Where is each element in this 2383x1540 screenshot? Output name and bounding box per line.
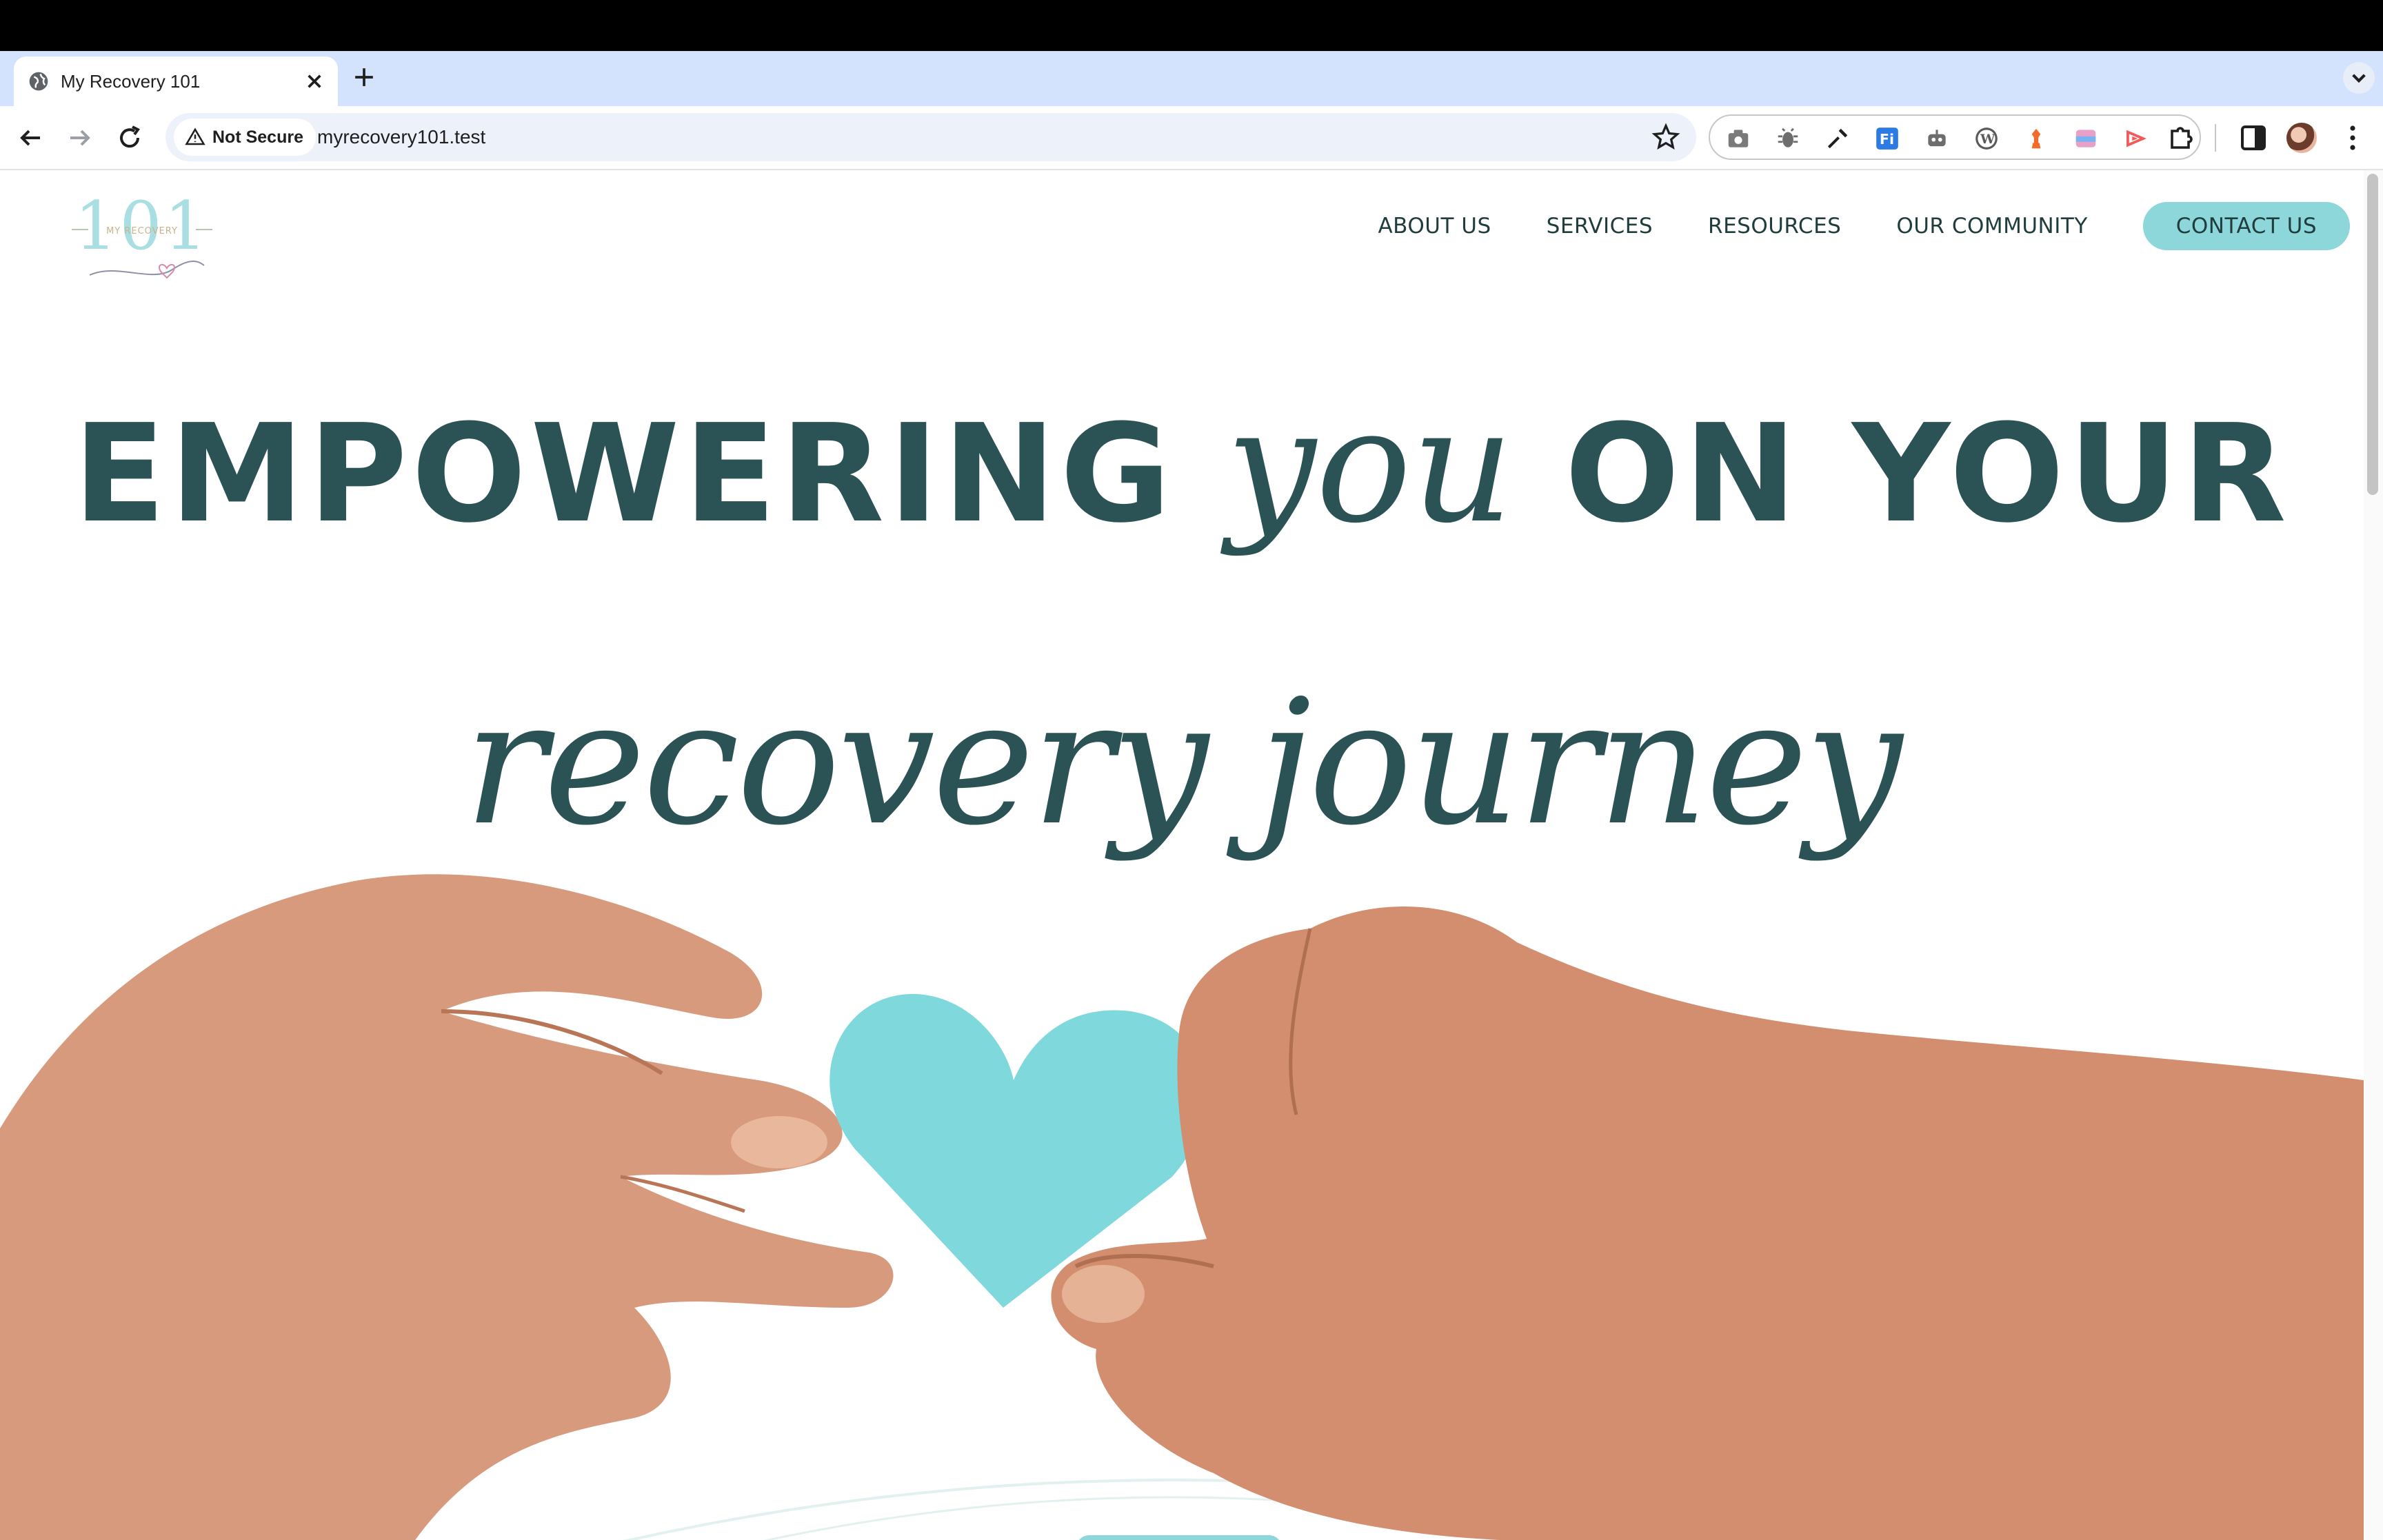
page-viewport: 101 MY RECOVERY ABOUT US SERVICES RESOUR…	[0, 170, 2364, 1540]
reload-icon[interactable]	[113, 121, 146, 154]
nav-about-us[interactable]: ABOUT US	[1378, 202, 1491, 250]
video-extension-icon[interactable]	[2122, 125, 2149, 152]
hero-cta-button[interactable]	[1076, 1535, 1283, 1540]
warning-icon	[185, 128, 205, 145]
scrollbar-thumb[interactable]	[2367, 174, 2378, 495]
browser-toolbar: Not Secure myrecovery101.test Fi W	[0, 106, 2383, 170]
bookmark-star-icon[interactable]	[1651, 122, 1681, 152]
globe-icon	[29, 72, 48, 91]
eyedropper-extension-icon[interactable]	[1824, 125, 1851, 152]
nav-resources[interactable]: RESOURCES	[1708, 202, 1841, 250]
back-arrow-icon[interactable]	[14, 121, 47, 154]
site-navigation: ABOUT US SERVICES RESOURCES OUR COMMUNIT…	[1323, 202, 2350, 250]
fi-extension-icon[interactable]: Fi	[1874, 125, 1900, 152]
url-text[interactable]: myrecovery101.test	[317, 125, 485, 149]
chevron-down-icon[interactable]	[2342, 61, 2376, 95]
hero-heading-line2: recovery journey	[463, 662, 1902, 863]
site-logo[interactable]: 101 MY RECOVERY	[69, 194, 215, 296]
palette-extension-icon[interactable]	[2073, 125, 2099, 152]
browser-tab-active[interactable]: My Recovery 101	[14, 57, 338, 106]
svg-text:W: W	[1980, 132, 1995, 147]
hero-heading-line1: EMPOWERING you ON YOUR	[0, 377, 2364, 564]
toolbar-separator	[2215, 124, 2216, 152]
extensions-group: Fi W	[1709, 114, 2201, 160]
forward-arrow-icon[interactable]	[63, 121, 97, 154]
robot-extension-icon[interactable]	[1924, 125, 1950, 152]
hero-word-on-your: ON YOUR	[1565, 396, 2291, 553]
camera-extension-icon[interactable]	[1725, 125, 1751, 152]
wordpress-extension-icon[interactable]: W	[1973, 125, 2000, 152]
address-bar[interactable]: Not Secure myrecovery101.test	[165, 113, 1696, 161]
hero-hands-heart-image	[0, 874, 2364, 1540]
close-icon[interactable]	[301, 68, 328, 95]
contact-us-button[interactable]: CONTACT US	[2142, 202, 2350, 250]
nav-our-community[interactable]: OUR COMMUNITY	[1896, 202, 2087, 250]
nav-services[interactable]: SERVICES	[1547, 202, 1653, 250]
side-panel-icon[interactable]	[2237, 121, 2270, 154]
os-menu-bar	[0, 0, 2383, 51]
hero-word-you: you	[1226, 374, 1514, 558]
new-tab-icon[interactable]	[349, 62, 379, 92]
bug-extension-icon[interactable]	[1775, 125, 1801, 152]
tab-title: My Recovery 101	[61, 71, 201, 92]
hero-word-empowering: EMPOWERING	[73, 396, 1176, 553]
kebab-menu-icon[interactable]	[2336, 121, 2369, 154]
security-label: Not Secure	[212, 127, 303, 147]
profile-avatar[interactable]	[2286, 123, 2317, 153]
svg-text:Fi: Fi	[1880, 131, 1894, 148]
puzzle-extensions-icon[interactable]	[2165, 120, 2198, 153]
svg-text:MY RECOVERY: MY RECOVERY	[106, 226, 178, 236]
security-chip[interactable]: Not Secure	[174, 119, 316, 156]
chess-extension-icon[interactable]	[2023, 125, 2049, 152]
